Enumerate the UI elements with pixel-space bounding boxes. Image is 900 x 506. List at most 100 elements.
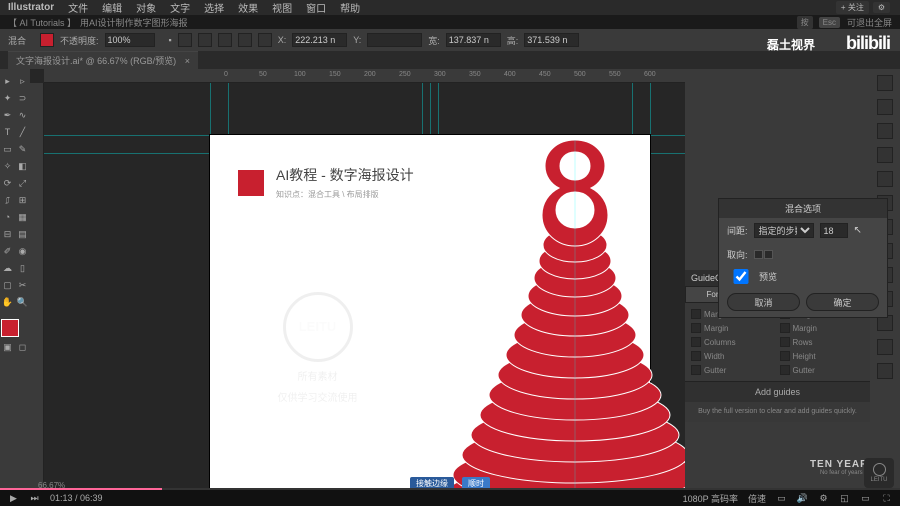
- canvas[interactable]: 0 50 100 150 200 250 300 350 400 450 500…: [30, 69, 685, 490]
- x-input[interactable]: [292, 33, 347, 47]
- pip-icon[interactable]: ◱: [839, 493, 850, 504]
- h-input[interactable]: [524, 33, 579, 47]
- pen-tool[interactable]: ✒: [1, 108, 14, 122]
- panel-icon[interactable]: [877, 99, 893, 115]
- settings-icon[interactable]: ⚙: [873, 2, 890, 13]
- hand-tool[interactable]: ✋: [1, 295, 14, 309]
- gg-rows[interactable]: Rows: [780, 337, 865, 347]
- align-icon[interactable]: [198, 33, 212, 47]
- transform-icon[interactable]: [258, 33, 272, 47]
- play-icon[interactable]: ▶: [8, 493, 19, 504]
- settings-icon[interactable]: ⚙: [818, 493, 829, 504]
- menu-file[interactable]: 文件: [68, 0, 88, 15]
- menu-view[interactable]: 视图: [272, 0, 292, 15]
- menu-type[interactable]: 文字: [170, 0, 190, 15]
- eraser-tool[interactable]: ◧: [16, 159, 29, 173]
- panel-icon[interactable]: [877, 147, 893, 163]
- type-tool[interactable]: T: [1, 125, 14, 139]
- menu-select[interactable]: 选择: [204, 0, 224, 15]
- scale-tool[interactable]: ⤢: [16, 176, 29, 190]
- volume-icon[interactable]: 🔊: [797, 493, 808, 504]
- panel-icon[interactable]: [877, 75, 893, 91]
- magic-wand-tool[interactable]: ✦: [1, 91, 14, 105]
- control-bar: 混合 不透明度: ▪ X: Y: 宽: 高:: [0, 29, 900, 51]
- menu-help[interactable]: 帮助: [340, 0, 360, 15]
- progress-bar[interactable]: [0, 488, 900, 490]
- fill-color[interactable]: [1, 319, 19, 337]
- panel-icon[interactable]: [877, 363, 893, 379]
- orientation-label: 取向:: [727, 248, 748, 261]
- align-icon[interactable]: [238, 33, 252, 47]
- wide-icon[interactable]: ▭: [860, 493, 871, 504]
- video-title-bar: 【 AI Tutorials 】 用AI设计制作数字图形海报 按 Esc 可退出…: [0, 15, 900, 29]
- slice-tool[interactable]: ✂: [16, 278, 29, 292]
- subtitle-icon[interactable]: ▭: [776, 493, 787, 504]
- poster-subtitle: 知识点：混合工具 \ 布局排版: [276, 189, 414, 200]
- menu-effect[interactable]: 效果: [238, 0, 258, 15]
- menu-object[interactable]: 对象: [136, 0, 156, 15]
- ok-button[interactable]: 确定: [806, 293, 879, 311]
- gg-height[interactable]: Height: [780, 351, 865, 361]
- menu-window[interactable]: 窗口: [306, 0, 326, 15]
- free-transform-tool[interactable]: ⊞: [16, 193, 29, 207]
- steps-input[interactable]: [820, 223, 848, 238]
- blend-label: 混合: [8, 34, 26, 47]
- gg-gutter-h[interactable]: Gutter: [780, 365, 865, 375]
- perspective-tool[interactable]: ▦: [16, 210, 29, 224]
- zoom-tool[interactable]: 🔍: [16, 295, 29, 309]
- screen-mode[interactable]: ◻: [16, 340, 29, 354]
- gg-gutter-v[interactable]: Gutter: [691, 365, 776, 375]
- rotate-tool[interactable]: ⟳: [1, 176, 14, 190]
- eyedropper-tool[interactable]: ✐: [1, 244, 14, 258]
- spacing-select[interactable]: 指定的步数: [754, 223, 814, 238]
- opacity-input[interactable]: [105, 33, 155, 47]
- fill-swatch-icon[interactable]: [40, 33, 54, 47]
- graph-tool[interactable]: ▯: [16, 261, 29, 275]
- document-tabbar: 文字海报设计.ai* @ 66.67% (RGB/预览) ×: [0, 51, 900, 69]
- follow-button[interactable]: + 关注: [836, 1, 869, 14]
- gg-margin-bottom[interactable]: Margin: [691, 323, 776, 333]
- cancel-button[interactable]: 取消: [727, 293, 800, 311]
- direct-selection-tool[interactable]: ▹: [16, 74, 29, 88]
- quality-button[interactable]: 1080P 高码率: [683, 492, 738, 505]
- shape-builder-tool[interactable]: ◔: [1, 210, 14, 224]
- orient-page-icon[interactable]: [754, 250, 763, 259]
- artboard-tool[interactable]: ▢: [1, 278, 14, 292]
- orient-path-icon[interactable]: [764, 250, 773, 259]
- blend-artwork[interactable]: [425, 130, 685, 490]
- align-icon[interactable]: [218, 33, 232, 47]
- panel-icon[interactable]: [877, 171, 893, 187]
- menu-edit[interactable]: 编辑: [102, 0, 122, 15]
- lasso-tool[interactable]: ⊃: [16, 91, 29, 105]
- add-guides-button[interactable]: Add guides: [685, 381, 870, 402]
- mesh-tool[interactable]: ⊟: [1, 227, 14, 241]
- curvature-tool[interactable]: ∿: [16, 108, 29, 122]
- gg-margin-left[interactable]: Margin: [780, 323, 865, 333]
- rectangle-tool[interactable]: ▭: [1, 142, 14, 156]
- preview-checkbox[interactable]: [727, 269, 755, 284]
- gradient-tool[interactable]: ▤: [16, 227, 29, 241]
- symbol-tool[interactable]: ☁: [1, 261, 14, 275]
- ruler-vertical: [30, 83, 44, 490]
- align-icon[interactable]: [178, 33, 192, 47]
- width-tool[interactable]: ⎎: [1, 193, 14, 207]
- line-tool[interactable]: ╱: [16, 125, 29, 139]
- brush-tool[interactable]: ✎: [16, 142, 29, 156]
- blend-tool[interactable]: ◉: [16, 244, 29, 258]
- next-icon[interactable]: ⏭: [29, 493, 40, 504]
- gg-columns[interactable]: Columns: [691, 337, 776, 347]
- panel-icon[interactable]: [877, 339, 893, 355]
- y-input[interactable]: [367, 33, 422, 47]
- video-player-bar: ▶ ⏭ 01:13 / 06:39 1080P 高码率 倍速 ▭ 🔊 ⚙ ◱ ▭…: [0, 490, 900, 506]
- w-input[interactable]: [446, 33, 501, 47]
- speed-button[interactable]: 倍速: [748, 492, 766, 505]
- screen-mode[interactable]: ▣: [1, 340, 14, 354]
- close-tab-icon[interactable]: ×: [185, 56, 190, 66]
- panel-icon[interactable]: [877, 123, 893, 139]
- selection-tool[interactable]: ▸: [1, 74, 14, 88]
- y-label: Y:: [353, 35, 361, 45]
- document-tab[interactable]: 文字海报设计.ai* @ 66.67% (RGB/预览) ×: [8, 51, 198, 69]
- gg-width[interactable]: Width: [691, 351, 776, 361]
- fullscreen-icon[interactable]: ⛶: [881, 493, 892, 504]
- shaper-tool[interactable]: ✧: [1, 159, 14, 173]
